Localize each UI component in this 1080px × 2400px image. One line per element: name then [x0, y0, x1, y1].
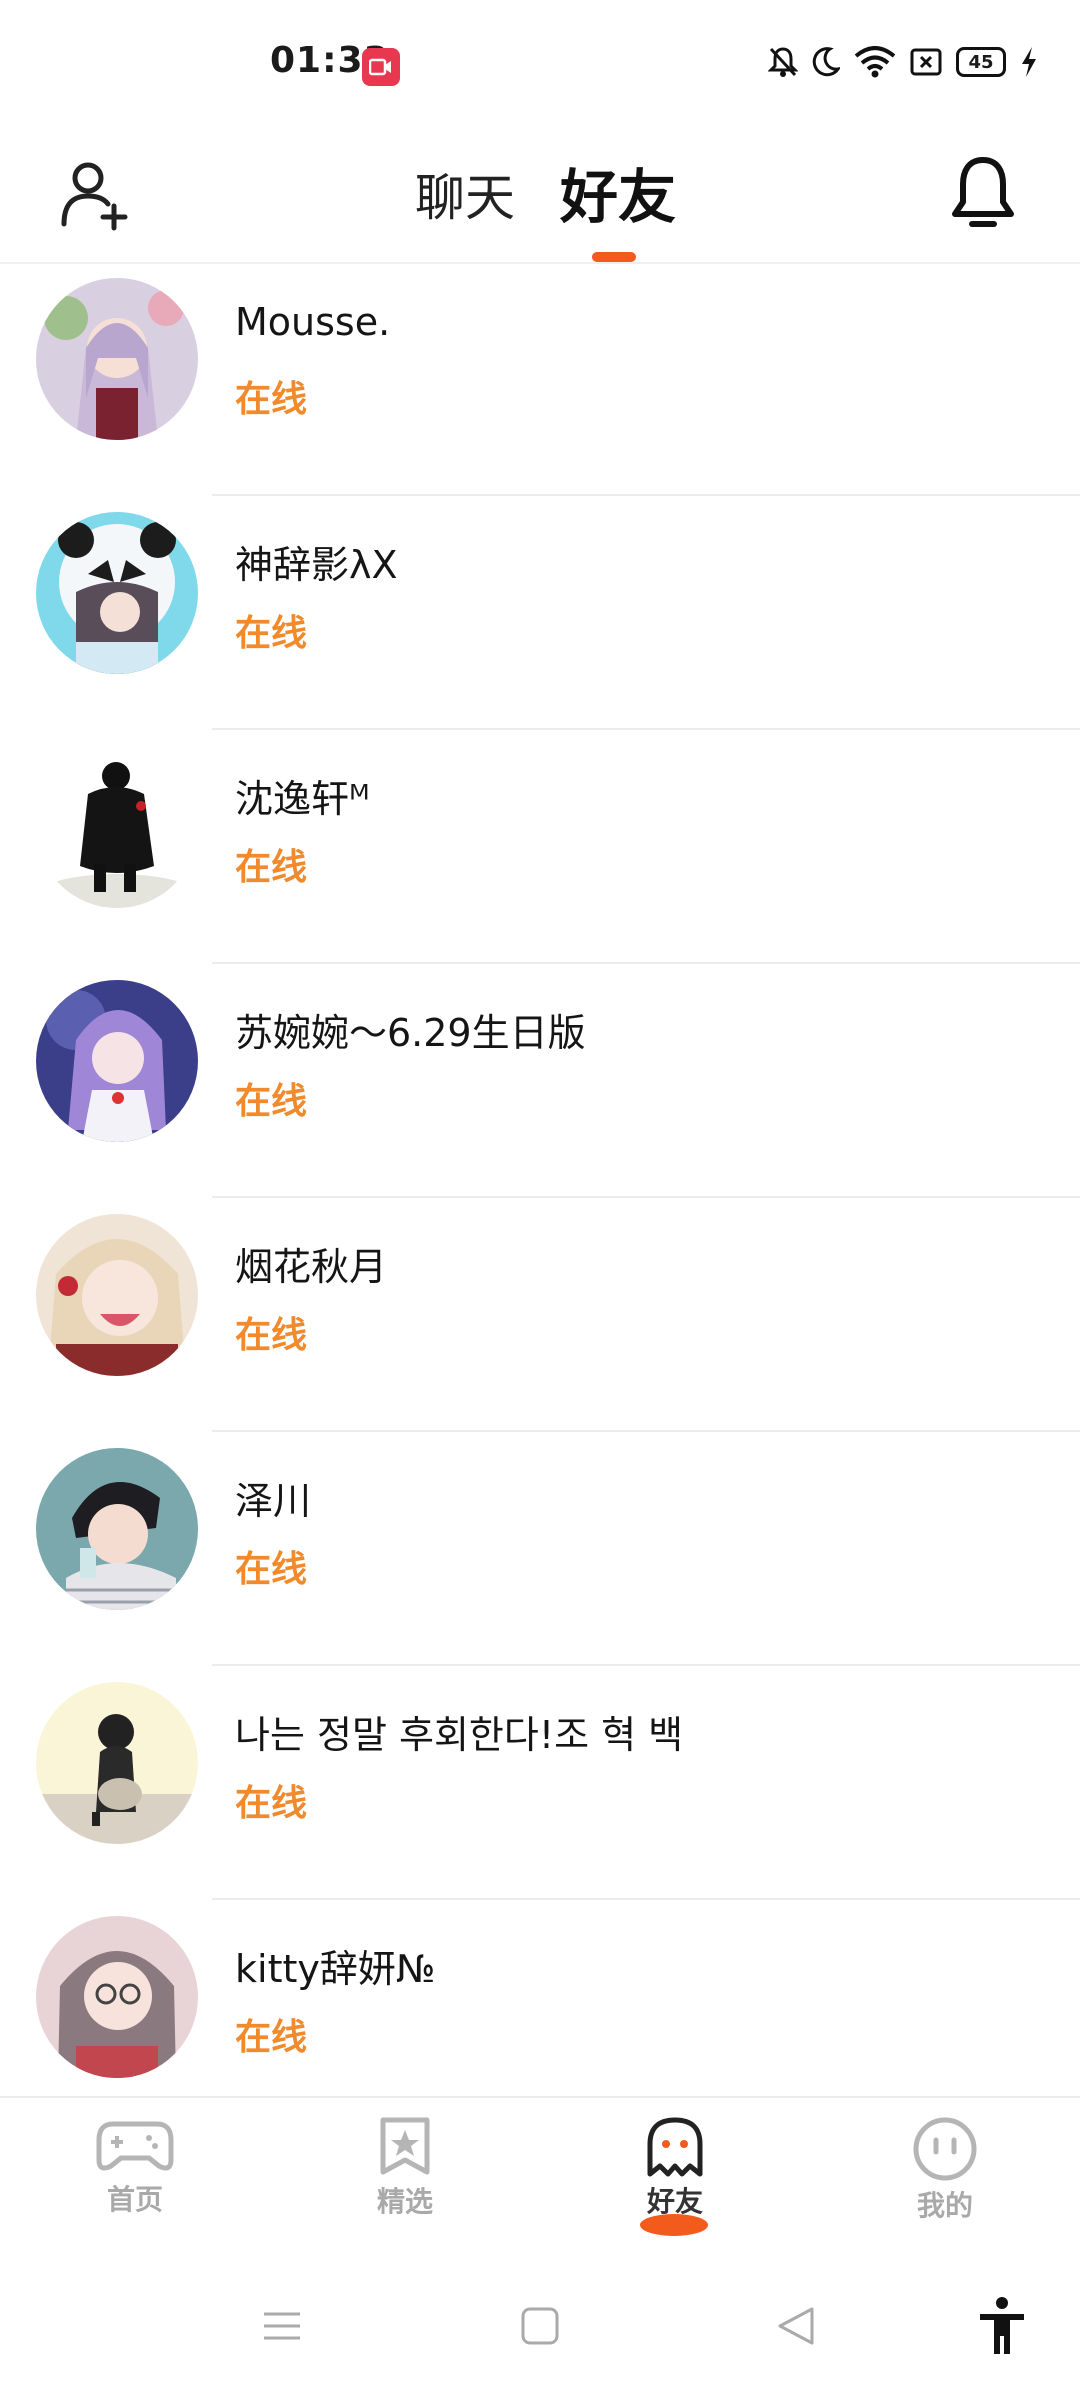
friend-row[interactable]: Mousse. 在线: [0, 262, 1080, 496]
friend-row[interactable]: kitty辞妍№ 在线: [0, 1900, 1080, 2092]
friend-row[interactable]: 泽川 在线: [0, 1432, 1080, 1666]
active-tab-indicator: [592, 252, 636, 262]
mute-bell-icon: [768, 47, 798, 77]
nav-profile[interactable]: 我的: [880, 2116, 1010, 2256]
avatar[interactable]: [36, 1448, 198, 1610]
menu-icon[interactable]: [262, 2306, 302, 2346]
avatar[interactable]: [36, 278, 198, 440]
friend-name: Mousse.: [235, 300, 391, 344]
online-status: 在线: [235, 1549, 308, 1590]
wifi-icon: [854, 46, 896, 78]
top-header: 聊天 好友: [0, 130, 1080, 264]
avatar[interactable]: [36, 980, 198, 1142]
add-friend-icon: [61, 162, 128, 231]
system-nav-bar: [0, 2266, 1080, 2400]
notification-bell-icon: [952, 157, 1014, 227]
tab-chat[interactable]: 聊天: [415, 158, 515, 230]
online-status: 在线: [235, 1783, 308, 1824]
online-status: 在线: [235, 847, 308, 888]
nav-featured[interactable]: 精选: [340, 2116, 470, 2256]
sim-off-icon: [910, 48, 942, 76]
charging-icon: [1022, 47, 1036, 77]
friend-row[interactable]: 苏婉婉～6.29生日版 在线: [0, 964, 1080, 1198]
ghost-icon: [647, 2117, 703, 2177]
battery-icon: 45: [956, 47, 1006, 77]
friend-name: 神辞影λX: [235, 543, 398, 587]
status-bar: 01:33 45: [0, 0, 1080, 130]
nav-home[interactable]: 首页: [70, 2116, 200, 2256]
friend-list[interactable]: Mousse. 在线 神辞影λX 在线 沈逸轩ᴹ 在线 苏婉婉～6.29生日版 …: [0, 262, 1080, 2092]
friend-name: 泽川: [235, 1479, 312, 1523]
online-status: 在线: [235, 2017, 308, 2058]
friend-name: kitty辞妍№: [235, 1947, 436, 1991]
moon-icon: [812, 47, 840, 77]
friend-name: 烟花秋月: [235, 1245, 388, 1289]
online-status: 在线: [235, 1081, 308, 1122]
online-status: 在线: [235, 379, 308, 420]
friend-name: 苏婉婉～6.29生日版: [235, 1011, 586, 1055]
screen-record-icon: [362, 48, 400, 86]
friend-name: 沈逸轩ᴹ: [235, 777, 370, 821]
gamepad-icon: [96, 2121, 174, 2171]
friend-name: 나는 정말 후회한다!조 혁 백: [235, 1713, 684, 1757]
home-icon[interactable]: [520, 2306, 560, 2346]
status-icons: 45: [768, 46, 1038, 78]
friend-row[interactable]: 神辞影λX 在线: [0, 496, 1080, 730]
notification-button[interactable]: [950, 152, 1016, 236]
nav-label: 精选: [376, 2185, 433, 2218]
avatar[interactable]: [36, 1916, 198, 2078]
friend-row[interactable]: 沈逸轩ᴹ 在线: [0, 730, 1080, 964]
tab-friends[interactable]: 好友: [560, 150, 676, 234]
bottom-nav: 首页 精选 好友 我的: [0, 2096, 1080, 2268]
active-nav-indicator: [640, 2214, 708, 2236]
star-bookmark-icon: [380, 2117, 430, 2175]
friend-row[interactable]: 烟花秋月 在线: [0, 1198, 1080, 1432]
nav-label: 我的: [916, 2189, 973, 2222]
nav-label: 首页: [106, 2183, 163, 2216]
online-status: 在线: [235, 613, 308, 654]
add-friend-button[interactable]: [58, 158, 132, 232]
avatar[interactable]: [36, 512, 198, 674]
avatar[interactable]: [36, 1214, 198, 1376]
accessibility-icon[interactable]: [978, 2296, 1026, 2356]
avatar[interactable]: [36, 1682, 198, 1844]
friend-row[interactable]: 나는 정말 후회한다!조 혁 백 在线: [0, 1666, 1080, 1900]
back-icon[interactable]: [776, 2306, 816, 2346]
online-status: 在线: [235, 1315, 308, 1356]
avatar[interactable]: [36, 746, 198, 908]
face-icon: [913, 2117, 977, 2181]
